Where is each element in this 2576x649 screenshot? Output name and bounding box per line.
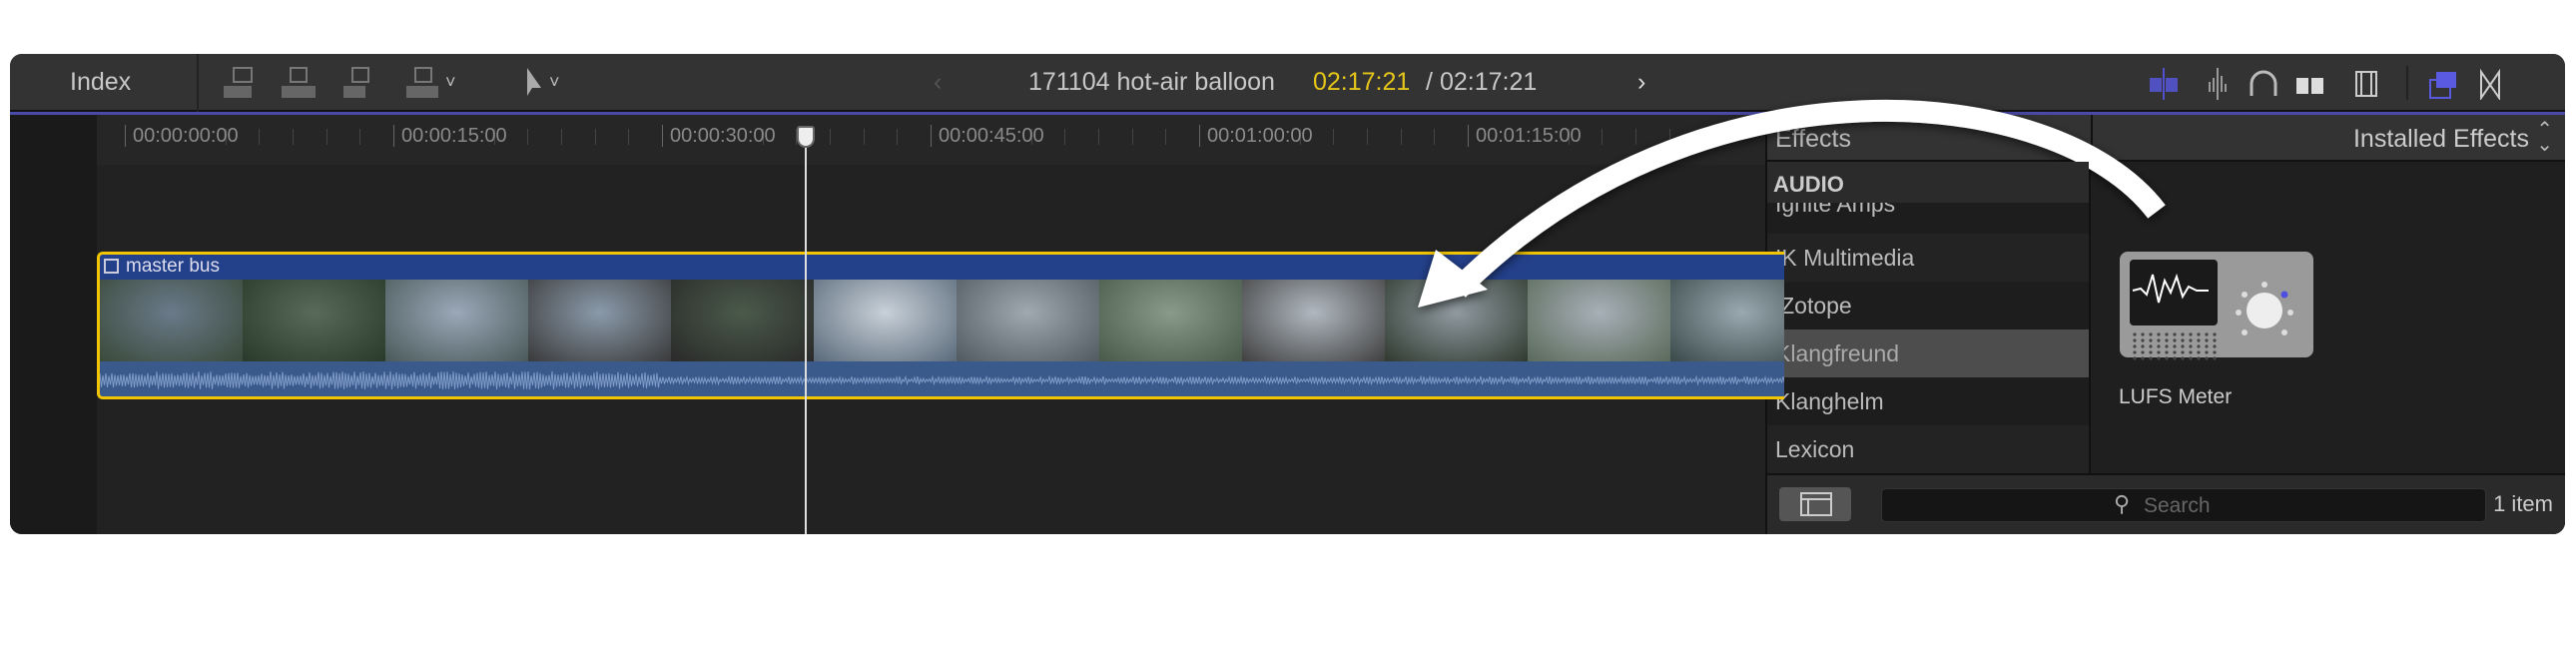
drag-arrow-annotation: [0, 0, 2576, 649]
section-header: AUDIO: [1767, 162, 2091, 203]
